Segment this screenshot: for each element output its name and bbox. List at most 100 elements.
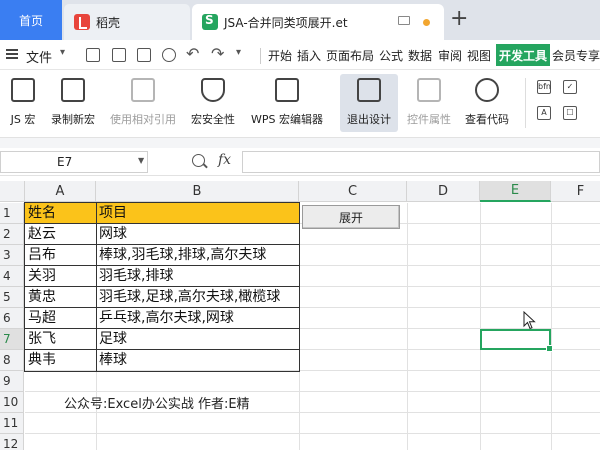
menu-separator (260, 48, 261, 64)
monitor-icon[interactable] (398, 16, 410, 25)
row-header[interactable]: 9 (0, 371, 24, 392)
ribbon-separator (525, 78, 526, 128)
menu-bar: 文件 ▾ ↶ ↷ ▾ 开始 插入 页面布局 公式 数据 审阅 视图 开发工具 会… (0, 40, 600, 70)
js-macro-icon (11, 78, 35, 102)
author-caption: 公众号:Excel办公实战 作者:E精 (64, 397, 250, 412)
mouse-cursor-icon (523, 311, 536, 330)
gridline (25, 412, 600, 413)
print-preview-icon[interactable] (162, 48, 176, 62)
cell-b1[interactable]: 项目 (96, 203, 127, 224)
menu-page-layout[interactable]: 页面布局 (326, 47, 374, 64)
gridline (25, 433, 600, 434)
row-header[interactable]: 5 (0, 287, 24, 308)
menu-start[interactable]: 开始 (268, 47, 292, 64)
redo-icon[interactable]: ↷ (211, 44, 224, 63)
control-properties-button[interactable]: 控件属性 (402, 74, 456, 132)
row-header[interactable]: 3 (0, 245, 24, 266)
column-header-a[interactable]: A (25, 181, 96, 202)
tab-home[interactable]: 首页 (0, 0, 62, 40)
tab-active-document[interactable]: JSA-合并同类项展开.et (192, 4, 444, 40)
menu-review[interactable]: 审阅 (438, 47, 462, 64)
column-header-c[interactable]: C (299, 181, 407, 202)
print-icon[interactable] (137, 48, 151, 62)
zoom-icon[interactable] (192, 154, 205, 167)
row-header[interactable]: 8 (0, 350, 24, 371)
hamburger-menu-icon[interactable] (6, 49, 18, 59)
row-header[interactable]: 6 (0, 308, 24, 329)
cell-item[interactable]: 棒球 (96, 350, 127, 371)
spreadsheet-icon (202, 13, 218, 30)
row-header[interactable]: 7 (0, 329, 24, 350)
cell-name[interactable]: 吕布 (25, 245, 56, 266)
record-macro-label: 录制新宏 (51, 113, 95, 126)
menu-view[interactable]: 视图 (467, 47, 491, 64)
menu-member[interactable]: 会员专享 (552, 47, 600, 64)
column-header-e[interactable]: E (480, 181, 551, 202)
selected-cell-e7[interactable] (480, 329, 553, 352)
template-icon[interactable] (112, 48, 126, 62)
row-header[interactable]: 11 (0, 413, 24, 434)
checkbox-control-icon[interactable]: ✓ (563, 80, 577, 94)
name-box-chevron-icon[interactable]: ▼ (138, 156, 144, 165)
control-properties-icon (417, 78, 441, 102)
exit-design-button[interactable]: 退出设计 (340, 74, 398, 132)
label-control-icon[interactable]: A (537, 106, 551, 120)
column-header-b[interactable]: B (96, 181, 299, 202)
tab-docer[interactable]: 稻壳 (64, 4, 190, 40)
function-icon[interactable]: fx (218, 152, 231, 168)
name-box[interactable]: E7 (0, 151, 148, 173)
cell-a1[interactable]: 姓名 (25, 203, 56, 224)
cell-name[interactable]: 马超 (25, 308, 56, 329)
shield-icon (201, 78, 225, 102)
cell-item[interactable]: 网球 (96, 224, 127, 245)
cell-item[interactable]: 羽毛球,排球 (96, 266, 173, 287)
menu-insert[interactable]: 插入 (297, 47, 321, 64)
select-all-corner[interactable] (0, 181, 25, 202)
relative-reference-button[interactable]: 使用相对引用 (104, 74, 182, 132)
macro-security-label: 宏安全性 (191, 113, 235, 126)
row-header[interactable]: 2 (0, 224, 24, 245)
more-chevron-icon[interactable]: ▾ (236, 47, 241, 58)
formula-input[interactable] (242, 151, 600, 173)
cell-name[interactable]: 黄忠 (25, 287, 56, 308)
column-header-d[interactable]: D (407, 181, 480, 202)
cell-name[interactable]: 关羽 (25, 266, 56, 287)
view-code-button[interactable]: 查看代码 (460, 74, 514, 132)
cell-name[interactable]: 赵云 (25, 224, 56, 245)
button-control-icon[interactable]: bfn (537, 80, 551, 94)
tab-home-label: 首页 (18, 13, 43, 28)
undo-icon[interactable]: ↶ (186, 44, 199, 63)
js-macro-label: JS 宏 (10, 113, 36, 126)
row-header[interactable]: 10 (0, 392, 24, 413)
cell-name[interactable]: 张飞 (25, 329, 56, 350)
tab-bar: 首页 稻壳 JSA-合并同类项展开.et + (0, 0, 600, 40)
chevron-down-icon[interactable]: ▾ (60, 47, 65, 58)
expand-button[interactable]: 展开 (302, 205, 400, 229)
code-editor-icon (275, 78, 299, 102)
view-code-label: 查看代码 (465, 113, 509, 126)
row-header[interactable]: 1 (0, 203, 24, 224)
file-menu[interactable]: 文件 (26, 47, 52, 66)
js-macro-button[interactable]: JS 宏 (4, 74, 42, 132)
save-icon[interactable] (86, 48, 100, 62)
row-header[interactable]: 12 (0, 434, 24, 450)
formula-bar: E7 ▼ fx (0, 148, 600, 176)
macro-security-button[interactable]: 宏安全性 (186, 74, 240, 132)
cell-item[interactable]: 足球 (96, 329, 127, 350)
ribbon-gap (0, 138, 600, 148)
wps-macro-editor-button[interactable]: WPS 宏编辑器 (244, 74, 330, 132)
menu-formula[interactable]: 公式 (379, 47, 403, 64)
column-header-f[interactable]: F (551, 181, 600, 202)
new-tab-plus-icon[interactable]: + (450, 8, 468, 30)
row-header[interactable]: 4 (0, 266, 24, 287)
relative-reference-icon (131, 78, 155, 102)
cell-item[interactable]: 乒乓球,高尔夫球,网球 (96, 308, 234, 329)
menu-data[interactable]: 数据 (408, 47, 432, 64)
cell-item[interactable]: 棒球,羽毛球,排球,高尔夫球 (96, 245, 266, 266)
textbox-control-icon[interactable]: ☐ (563, 106, 577, 120)
wps-macro-editor-label: WPS 宏编辑器 (251, 113, 323, 126)
cell-name[interactable]: 典韦 (25, 350, 56, 371)
cell-item[interactable]: 羽毛球,足球,高尔夫球,橄榄球 (96, 287, 280, 308)
record-macro-button[interactable]: 录制新宏 (46, 74, 100, 132)
menu-developer-tools[interactable]: 开发工具 (496, 44, 550, 66)
